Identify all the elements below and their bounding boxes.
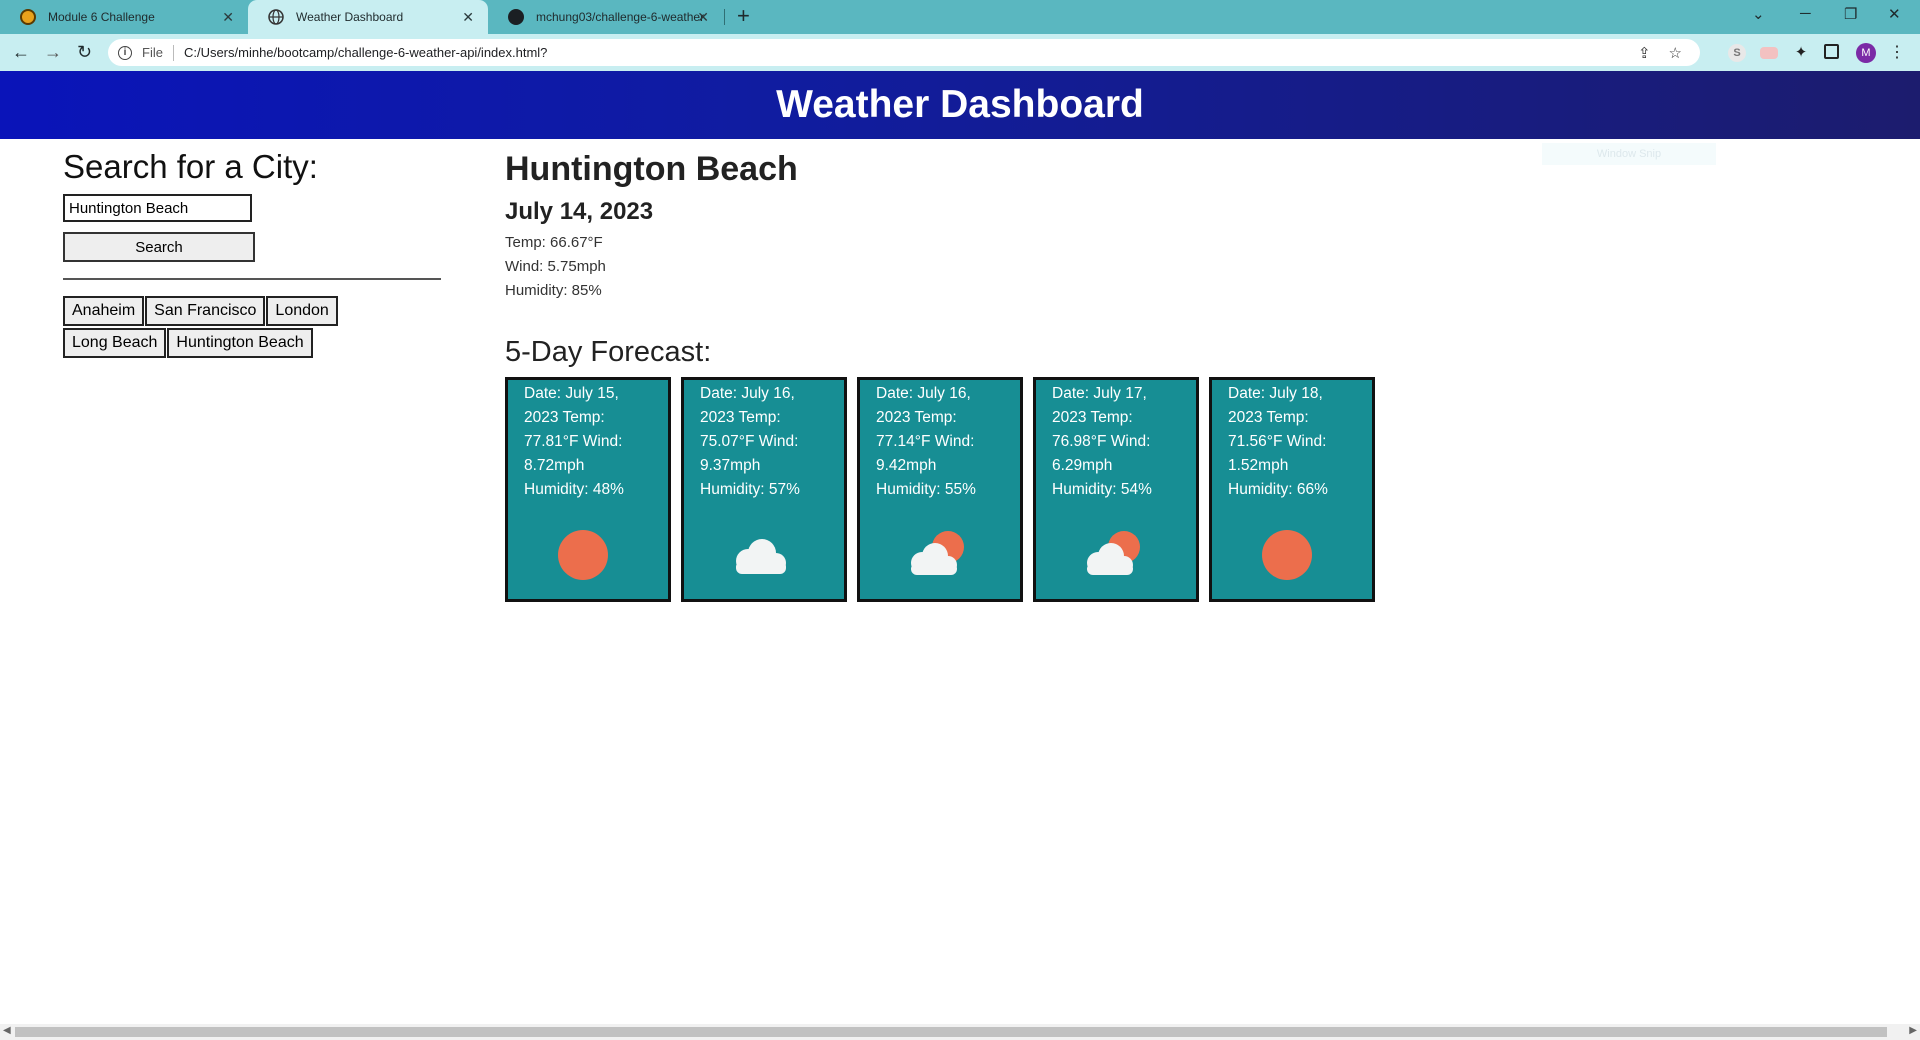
forecast-card-text: Date: July 16, 2023 Temp: 77.14°F Wind: … xyxy=(876,385,976,498)
share-icon[interactable]: ⇪ xyxy=(1638,44,1651,62)
forecast-heading: 5-Day Forecast: xyxy=(505,336,712,368)
scroll-right-icon[interactable]: ▶ xyxy=(1909,1025,1917,1036)
forecast-card-text: Date: July 18, 2023 Temp: 71.56°F Wind: … xyxy=(1228,385,1328,498)
sun-icon xyxy=(558,530,608,580)
history-button-san-francisco[interactable]: San Francisco xyxy=(145,296,266,326)
page-title: Weather Dashboard xyxy=(776,83,1144,126)
browser-toolbar: ← → ↻ i File C:/Users/minhe/bootcamp/cha… xyxy=(0,34,1920,71)
address-bar[interactable]: i File C:/Users/minhe/bootcamp/challenge… xyxy=(108,39,1700,66)
extension-s-icon[interactable]: S xyxy=(1728,44,1746,62)
tab-title: mchung03/challenge-6-weather xyxy=(536,10,705,24)
restore-icon[interactable]: ❐ xyxy=(1844,5,1857,23)
city-search-input[interactable] xyxy=(63,194,252,222)
cloud-icon xyxy=(736,539,786,574)
scroll-left-icon[interactable]: ◀ xyxy=(3,1025,11,1036)
current-humidity: Humidity: 85% xyxy=(505,282,602,299)
forecast-card-text: Date: July 17, 2023 Temp: 76.98°F Wind: … xyxy=(1052,385,1152,498)
github-icon xyxy=(508,9,524,25)
forecast-card: Date: July 16, 2023 Temp: 77.14°F Wind: … xyxy=(857,377,1023,602)
forward-arrow-icon[interactable]: → xyxy=(44,42,62,62)
partly-cloudy-icon xyxy=(911,531,964,575)
bootcamp-logo-icon xyxy=(20,9,36,25)
more-menu-icon[interactable]: ⋮ xyxy=(1888,44,1906,62)
url-text[interactable]: C:/Users/minhe/bootcamp/challenge-6-weat… xyxy=(184,45,547,60)
search-heading: Search for a City: xyxy=(63,148,318,185)
side-panel-icon[interactable] xyxy=(1824,44,1839,59)
partly-cloudy-icon xyxy=(1087,531,1140,575)
browser-tab-github[interactable]: mchung03/challenge-6-weather ✕ xyxy=(488,0,723,34)
scrollbar-thumb[interactable] xyxy=(15,1027,1887,1037)
history-button-long-beach[interactable]: Long Beach xyxy=(63,328,167,358)
chip-divider xyxy=(172,44,174,61)
back-arrow-icon[interactable]: ← xyxy=(12,42,30,62)
forecast-cards: Date: July 15, 2023 Temp: 77.81°F Wind: … xyxy=(505,377,1385,602)
sun-icon xyxy=(1262,530,1312,580)
search-button[interactable]: Search xyxy=(63,232,255,262)
forecast-card-text: Date: July 15, 2023 Temp: 77.81°F Wind: … xyxy=(524,385,624,498)
browser-tab-module-6[interactable]: Module 6 Challenge ✕ xyxy=(0,0,248,34)
window-snip-overlay: Window Snip xyxy=(1542,143,1716,165)
address-bar-actions: ⇪ ☆ xyxy=(1638,39,1700,66)
forecast-card: Date: July 18, 2023 Temp: 71.56°F Wind: … xyxy=(1209,377,1375,602)
sidebar-divider xyxy=(63,278,441,280)
weather-main: Huntington Beach July 14, 2023 Temp: 66.… xyxy=(505,150,1405,602)
forecast-card: Date: July 17, 2023 Temp: 76.98°F Wind: … xyxy=(1033,377,1199,602)
current-temp: Temp: 66.67°F xyxy=(505,234,603,251)
new-tab-button[interactable]: + xyxy=(737,5,750,27)
current-city-name: Huntington Beach xyxy=(505,150,798,188)
history-button-anaheim[interactable]: Anaheim xyxy=(63,296,145,326)
file-chip: File xyxy=(142,45,163,60)
current-wind: Wind: 5.75mph xyxy=(505,258,606,275)
horizontal-scrollbar[interactable]: ◀ ▶ xyxy=(0,1024,1920,1040)
history-button-huntington-beach[interactable]: Huntington Beach xyxy=(167,328,313,358)
browser-tab-weather-dashboard[interactable]: Weather Dashboard ✕ xyxy=(248,0,488,34)
forecast-card: Date: July 16, 2023 Temp: 75.07°F Wind: … xyxy=(681,377,847,602)
globe-icon xyxy=(268,9,284,25)
browser-tab-bar: Module 6 Challenge ✕ Weather Dashboard ✕… xyxy=(0,0,1920,34)
minimize-icon[interactable]: ─ xyxy=(1800,5,1811,22)
history-button-london[interactable]: London xyxy=(266,296,338,326)
search-history: Anaheim San Francisco London Long Beach … xyxy=(63,296,441,360)
info-icon[interactable]: i xyxy=(118,45,132,60)
page-header: Weather Dashboard xyxy=(0,71,1920,139)
tab-title: Weather Dashboard xyxy=(296,10,404,24)
bookmark-star-icon[interactable]: ☆ xyxy=(1669,44,1682,62)
close-window-icon[interactable]: ✕ xyxy=(1888,5,1901,23)
close-icon[interactable]: ✕ xyxy=(222,9,234,25)
forecast-card: Date: July 15, 2023 Temp: 77.81°F Wind: … xyxy=(505,377,671,602)
reload-icon[interactable]: ↻ xyxy=(77,42,92,62)
forecast-card-text: Date: July 16, 2023 Temp: 75.07°F Wind: … xyxy=(700,385,800,498)
profile-avatar[interactable]: M xyxy=(1856,43,1876,63)
close-icon[interactable]: ✕ xyxy=(462,9,474,25)
tab-divider xyxy=(724,9,725,25)
search-sidebar: Search for a City: Search Anaheim San Fr… xyxy=(63,148,441,358)
puzzle-extensions-icon[interactable]: ✦ xyxy=(1792,44,1810,62)
tab-title: Module 6 Challenge xyxy=(48,10,155,24)
close-icon[interactable]: ✕ xyxy=(697,9,709,25)
tab-search-chevron-icon[interactable]: ⌄ xyxy=(1752,5,1765,23)
screen-recorder-icon[interactable] xyxy=(1760,47,1778,59)
current-date: July 14, 2023 xyxy=(505,198,654,225)
